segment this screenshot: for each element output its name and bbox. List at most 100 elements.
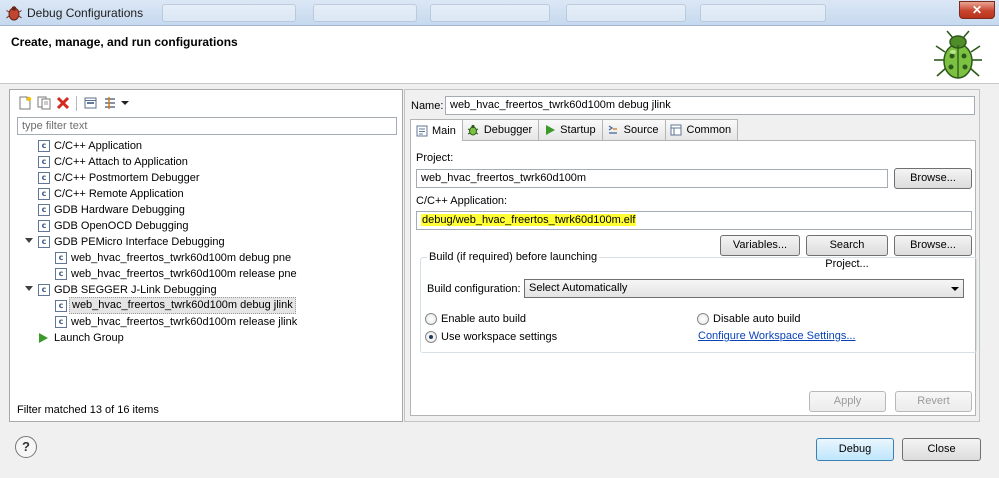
use-workspace-settings-label: Use workspace settings: [441, 331, 558, 343]
application-label: C/C++ Application:: [416, 195, 508, 207]
close-icon: ✕: [971, 3, 983, 17]
delete-icon: [56, 96, 69, 110]
debugger-tab-icon: [467, 124, 480, 137]
enable-auto-build-label: Enable auto build: [441, 313, 527, 325]
tree-item-launch-group[interactable]: Launch Group: [10, 330, 402, 346]
tree-item-label: web_hvac_freertos_twrk60d100m release pn…: [71, 268, 297, 280]
expand-toggle[interactable]: [25, 238, 33, 243]
tab-label: Common: [686, 124, 732, 136]
tab-startup[interactable]: Startup: [538, 119, 603, 140]
help-button[interactable]: ?: [15, 436, 37, 458]
background-taskbar-item: [313, 4, 417, 22]
c-config-icon: c: [38, 236, 50, 248]
enable-auto-build-radio[interactable]: [425, 313, 437, 325]
background-taskbar-item: [566, 4, 686, 22]
tree-item-gdb-hardware[interactable]: c GDB Hardware Debugging: [10, 202, 402, 218]
c-config-icon: c: [38, 188, 50, 200]
filter-input[interactable]: [17, 117, 397, 135]
tree-item-c-cpp-postmortem[interactable]: c C/C++ Postmortem Debugger: [10, 170, 402, 186]
build-configuration-select[interactable]: Select Automatically: [524, 279, 964, 298]
apply-button[interactable]: Apply: [809, 391, 886, 412]
tree-item-label: web_hvac_freertos_twrk60d100m debug jlin…: [69, 297, 296, 314]
background-taskbar-item: [162, 4, 296, 22]
tree-item-c-cpp-attach[interactable]: c C/C++ Attach to Application: [10, 154, 402, 170]
tree-item-label: Launch Group: [54, 332, 124, 344]
delete-button[interactable]: [54, 95, 71, 112]
tree-item-label: GDB OpenOCD Debugging: [54, 220, 189, 232]
project-label: Project:: [416, 152, 454, 164]
build-configuration-value: Select Automatically: [529, 282, 628, 294]
c-config-icon: c: [55, 300, 67, 312]
tab-source[interactable]: Source: [601, 119, 666, 140]
tab-label: Source: [623, 124, 659, 136]
configuration-toolbar: [16, 94, 129, 112]
tree-item-c-cpp-application[interactable]: c C/C++ Application: [10, 138, 402, 154]
main-tab-content: Project: web_hvac_freertos_twrk60d100m B…: [410, 140, 977, 416]
title-bar: Debug Configurations ✕: [0, 0, 999, 26]
configure-workspace-settings-link[interactable]: Configure Workspace Settings...: [698, 330, 856, 342]
tree-item-jlink-release[interactable]: c web_hvac_freertos_twrk60d100m release …: [10, 314, 402, 330]
disable-auto-build-radio[interactable]: [697, 313, 709, 325]
build-group-title: Build (if required) before launching: [427, 251, 600, 263]
new-configuration-button[interactable]: [16, 95, 33, 112]
toolbar-separator: [76, 95, 77, 111]
dialog-header: Create, manage, and run configurations: [0, 26, 999, 84]
tree-item-label: C/C++ Application: [54, 140, 143, 152]
c-config-icon: c: [55, 252, 67, 264]
c-config-icon: c: [38, 172, 50, 184]
tab-debugger[interactable]: Debugger: [461, 119, 540, 140]
window-close-button[interactable]: ✕: [959, 1, 995, 19]
enable-auto-build-option[interactable]: Enable auto build: [425, 312, 526, 326]
dropdown-arrow-icon: [120, 101, 129, 105]
main-tab-icon: [415, 124, 428, 137]
configuration-tree: c C/C++ Application c C/C++ Attach to Ap…: [10, 138, 402, 346]
duplicate-button[interactable]: [35, 95, 52, 112]
configuration-name-input[interactable]: web_hvac_freertos_twrk60d100m debug jlin…: [445, 96, 975, 115]
tab-common[interactable]: Common: [664, 119, 739, 140]
tree-item-label: GDB PEMicro Interface Debugging: [54, 236, 225, 248]
tree-item-label: C/C++ Postmortem Debugger: [54, 172, 200, 184]
c-config-icon: c: [38, 284, 50, 296]
tab-label: Startup: [560, 124, 596, 136]
collapse-all-button[interactable]: [82, 95, 99, 112]
tree-item-pne-debug[interactable]: c web_hvac_freertos_twrk60d100m debug pn…: [10, 250, 402, 266]
disable-auto-build-label: Disable auto build: [713, 313, 801, 325]
name-label: Name:: [411, 100, 444, 112]
search-project-button[interactable]: Search Project...: [806, 235, 888, 270]
tree-item-label: web_hvac_freertos_twrk60d100m release jl…: [71, 316, 298, 328]
common-tab-icon: [670, 124, 683, 137]
use-workspace-settings-radio[interactable]: [425, 331, 437, 343]
tree-item-c-cpp-remote[interactable]: c C/C++ Remote Application: [10, 186, 402, 202]
project-browse-button[interactable]: Browse...: [894, 168, 972, 189]
build-configuration-label: Build configuration:: [427, 283, 521, 295]
tree-item-gdb-segger-jlink[interactable]: c GDB SEGGER J-Link Debugging: [10, 282, 402, 298]
c-config-icon: c: [38, 204, 50, 216]
c-config-icon: c: [38, 156, 50, 168]
build-before-launch-group: Build (if required) before launching Bui…: [420, 251, 977, 353]
tree-item-jlink-debug[interactable]: c web_hvac_freertos_twrk60d100m debug jl…: [10, 297, 402, 314]
background-taskbar-item: [430, 4, 550, 22]
tree-item-gdb-pemicro[interactable]: c GDB PEMicro Interface Debugging: [10, 234, 402, 250]
collapse-all-icon: [84, 97, 96, 109]
tree-item-pne-release[interactable]: c web_hvac_freertos_twrk60d100m release …: [10, 266, 402, 282]
use-workspace-settings-option[interactable]: Use workspace settings: [425, 330, 557, 344]
variables-button[interactable]: Variables...: [720, 235, 800, 256]
debug-button[interactable]: Debug: [816, 438, 894, 461]
tree-item-gdb-openocd[interactable]: c GDB OpenOCD Debugging: [10, 218, 402, 234]
view-menu-dropdown[interactable]: [120, 95, 129, 112]
chevron-down-icon: [951, 287, 959, 291]
disable-auto-build-option[interactable]: Disable auto build: [697, 312, 800, 326]
expand-toggle[interactable]: [25, 286, 33, 291]
background-taskbar-item: [700, 4, 826, 22]
close-button[interactable]: Close: [902, 438, 981, 461]
revert-button[interactable]: Revert: [895, 391, 972, 412]
filter-button[interactable]: [101, 95, 118, 112]
project-field[interactable]: web_hvac_freertos_twrk60d100m: [416, 169, 888, 188]
bug-icon: [934, 30, 982, 79]
tab-main[interactable]: Main: [410, 119, 463, 141]
tree-item-label: GDB Hardware Debugging: [54, 204, 185, 216]
application-browse-button[interactable]: Browse...: [894, 235, 972, 256]
filter-icon: [104, 97, 115, 109]
application-field[interactable]: debug/web_hvac_freertos_twrk60d100m.elf: [416, 211, 972, 230]
c-config-icon: c: [38, 220, 50, 232]
